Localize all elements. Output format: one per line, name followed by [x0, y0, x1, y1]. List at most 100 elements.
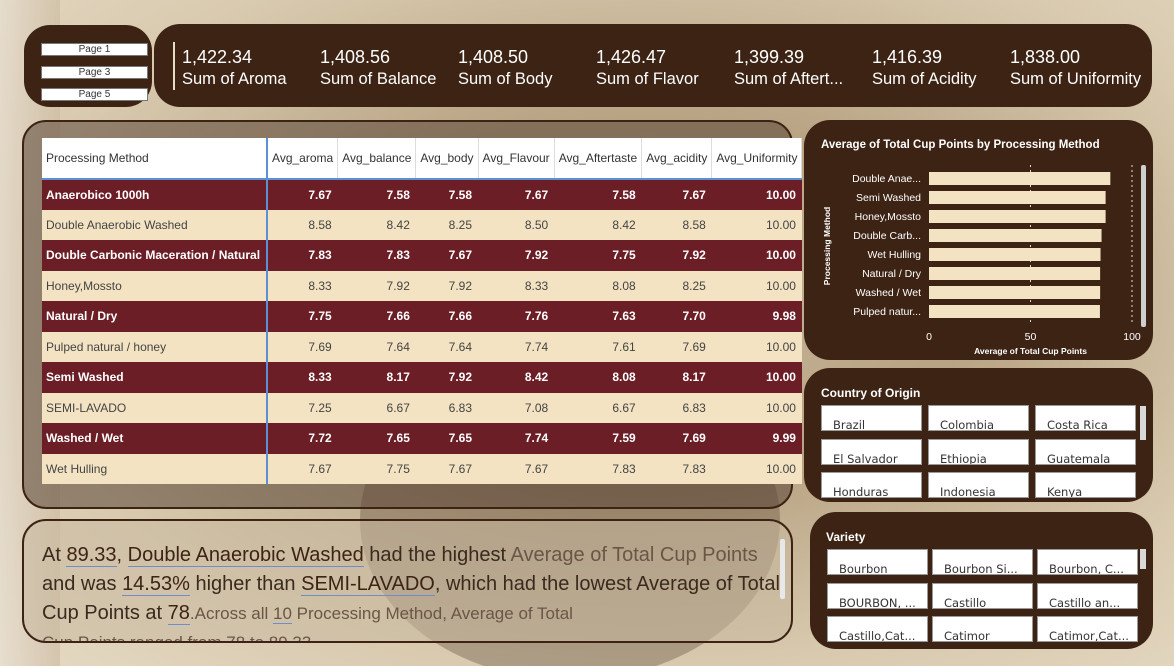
value-cell: 7.25	[267, 392, 338, 423]
category-label: Natural / Dry	[862, 268, 922, 280]
value-cell: 7.69	[641, 331, 712, 362]
slicer-tile[interactable]: Bourbon, C...	[1037, 549, 1138, 575]
chart-scrollbar[interactable]	[1141, 165, 1146, 327]
slicer-scrollbar[interactable]	[1140, 406, 1146, 440]
value-cell: 7.83	[641, 453, 712, 484]
value-cell: 8.33	[478, 270, 555, 301]
column-header[interactable]: Avg_balance	[337, 138, 417, 180]
tick-label: 0	[926, 331, 932, 343]
value-cell: 8.33	[267, 270, 338, 301]
value-cell: 7.08	[478, 392, 555, 423]
processing-method-table-panel: Processing Method Avg_aroma Avg_balance …	[22, 120, 803, 509]
slicer-tile[interactable]: El Salvador	[821, 439, 922, 465]
value-cell: 7.92	[415, 362, 479, 393]
slicer-tile[interactable]: Bourbon	[827, 549, 928, 575]
processing-method-table: Processing Method Avg_aroma Avg_balance …	[42, 138, 803, 484]
table-row[interactable]: Anaerobico 1000h 7.67 7.58 7.58 7.67 7.58 7.67…	[42, 179, 802, 210]
column-header[interactable]: Avg_Uniformity	[711, 138, 803, 180]
column-header[interactable]: Avg_body	[415, 138, 479, 180]
value-cell: 8.42	[337, 209, 416, 240]
slicer-tile[interactable]: Ethiopia	[928, 439, 1029, 465]
bar[interactable]	[929, 286, 1101, 299]
value-cell: 7.65	[415, 423, 479, 454]
category-label: Semi Washed	[856, 192, 921, 204]
kpi-value: 1,426.47	[596, 47, 667, 67]
table-row[interactable]: Wet Hulling 7.67 7.75 7.67 7.67 7.83 7.83 10.00	[42, 453, 802, 484]
value-cell: 9.99	[711, 423, 802, 454]
table-row[interactable]: Double Carbonic Maceration / Natural 7.83…	[42, 240, 802, 271]
table-row[interactable]: Semi Washed 8.33 8.17 7.92 8.42 8.08 8.17 10.00	[42, 362, 802, 393]
bar[interactable]	[929, 248, 1101, 261]
page-3-button[interactable]: Page 3	[41, 66, 148, 79]
narrative-text: ,	[116, 544, 128, 566]
slicer-tile[interactable]: Costa Rica	[1035, 405, 1136, 431]
narrative-value: SEMI-LAVADO	[301, 573, 435, 596]
kpi-uniformity: 1,838.00 Sum of Uniformity	[1010, 46, 1141, 90]
slicer-tile[interactable]: Guatemala	[1035, 439, 1136, 465]
slicer-tile[interactable]: Catimor,Cat...	[1037, 616, 1138, 642]
slicer-tile[interactable]: Indonesia	[928, 472, 1029, 498]
category-label: Washed / Wet	[856, 287, 921, 299]
table-row[interactable]: Double Anaerobic Washed 8.58 8.42 8.25 8.50 8…	[42, 209, 802, 240]
smart-narrative-text: At 89.33, Double Anaerobic Washed had th…	[42, 541, 782, 641]
bar-chart: Double Anae... Semi Washed Honey,Mossto Dou…	[822, 165, 1146, 356]
value-cell: 7.92	[337, 270, 416, 301]
page-1-button[interactable]: Page 1	[41, 43, 148, 56]
table-row[interactable]: Honey,Mossto 8.33 7.92 7.92 8.33 8.08 8.25 10.0…	[42, 270, 802, 301]
table-row[interactable]: Washed / Wet 7.72 7.65 7.65 7.74 7.59 7.69 9.99	[42, 423, 802, 454]
narrative-value: Double Anaerobic Washed	[127, 544, 364, 567]
value-cell: 6.83	[415, 392, 479, 423]
slicer-tile[interactable]: Castillo,Cat...	[827, 616, 928, 642]
value-cell: 7.69	[641, 423, 712, 454]
column-header[interactable]: Avg_Aftertaste	[554, 138, 643, 180]
kpi-value: 1,416.39	[872, 47, 943, 67]
bar[interactable]	[929, 191, 1106, 204]
value-cell: 7.72	[267, 423, 338, 454]
column-header[interactable]: Avg_aroma	[267, 138, 339, 180]
narrative-value: 10	[273, 604, 292, 624]
slicer-tile[interactable]: Bourbon Si...	[932, 549, 1033, 575]
slicer-tile[interactable]: Kenya	[1035, 472, 1136, 498]
kpi-label: Sum of Aftert...	[734, 70, 844, 88]
slicer-tile[interactable]: Catimor	[932, 616, 1033, 642]
bar[interactable]	[929, 305, 1100, 318]
bar[interactable]	[929, 267, 1101, 280]
column-header[interactable]: Processing Method	[42, 138, 269, 180]
slicer-tile[interactable]: Brazil	[821, 405, 922, 431]
narrative-text: and was	[42, 573, 123, 595]
bar[interactable]	[929, 229, 1102, 242]
kpi-label: Sum of Body	[458, 70, 553, 88]
column-header[interactable]: Avg_acidity	[641, 138, 713, 180]
table-row[interactable]: SEMI-LAVADO 7.25 6.67 6.83 7.08 6.67 6.83 10.00	[42, 392, 802, 423]
processing-method-cell: Honey,Mossto	[42, 270, 269, 301]
x-axis-label: Average of Total Cup Points	[974, 346, 1087, 356]
value-cell: 7.74	[478, 423, 555, 454]
value-cell: 7.92	[478, 240, 555, 271]
value-cell: 8.58	[267, 209, 338, 240]
value-cell: 7.83	[554, 453, 642, 484]
slicer-scrollbar[interactable]	[1140, 549, 1146, 569]
bar[interactable]	[929, 172, 1111, 185]
kpi-aftertaste: 1,399.39 Sum of Aftert...	[734, 46, 843, 90]
narrative-text: .Across all	[189, 604, 274, 623]
value-cell: 7.67	[267, 453, 338, 484]
slicer-tile[interactable]: Colombia	[928, 405, 1029, 431]
narrative-scrollbar[interactable]	[780, 539, 785, 599]
bar[interactable]	[929, 210, 1106, 223]
narrative-text: had the highest	[363, 544, 511, 566]
value-cell: 7.66	[415, 301, 479, 332]
page-5-button[interactable]: Page 5	[41, 88, 148, 101]
value-cell: 6.83	[641, 392, 712, 423]
slicer-tile[interactable]: Castillo an...	[1037, 583, 1138, 609]
table-header-row: Processing Method Avg_aroma Avg_balance …	[42, 138, 803, 180]
column-header[interactable]: Avg_Flavour	[478, 138, 555, 180]
kpi-label: Sum of Balance	[320, 70, 437, 88]
slicer-tile[interactable]: BOURBON, ...	[827, 583, 928, 609]
slicer-tile[interactable]: Honduras	[821, 472, 922, 498]
table-row[interactable]: Pulped natural / honey 7.69 7.64 7.64 7.74 7.…	[42, 331, 802, 362]
tick-label: 100	[1123, 331, 1141, 343]
slicer-tile[interactable]: Castillo	[932, 583, 1033, 609]
table-row[interactable]: Natural / Dry 7.75 7.66 7.66 7.76 7.63 7.70 9.9…	[42, 301, 802, 332]
value-cell: 7.61	[554, 331, 642, 362]
value-cell: 7.66	[337, 301, 416, 332]
